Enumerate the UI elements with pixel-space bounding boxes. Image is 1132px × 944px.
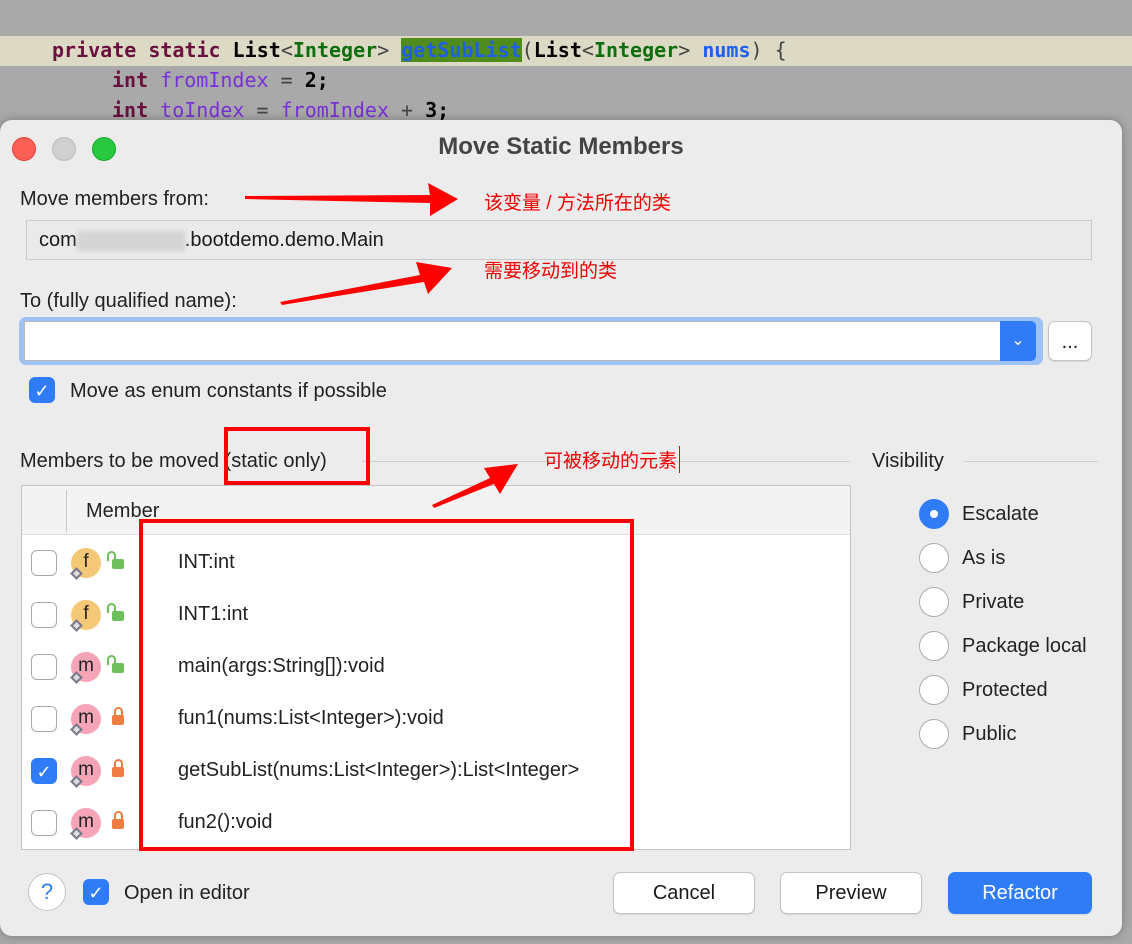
arrow-3 — [432, 464, 518, 508]
arrow-2 — [280, 262, 452, 305]
annotation-movable-elements: 可被移动的元素 — [544, 446, 681, 473]
highlight-box-members — [139, 519, 634, 851]
arrow-1 — [245, 183, 458, 216]
highlight-box-static — [224, 427, 370, 485]
annotation-source-class: 该变量 / 方法所在的类 — [484, 193, 671, 214]
annotation-target-class: 需要移动到的类 — [484, 261, 618, 282]
